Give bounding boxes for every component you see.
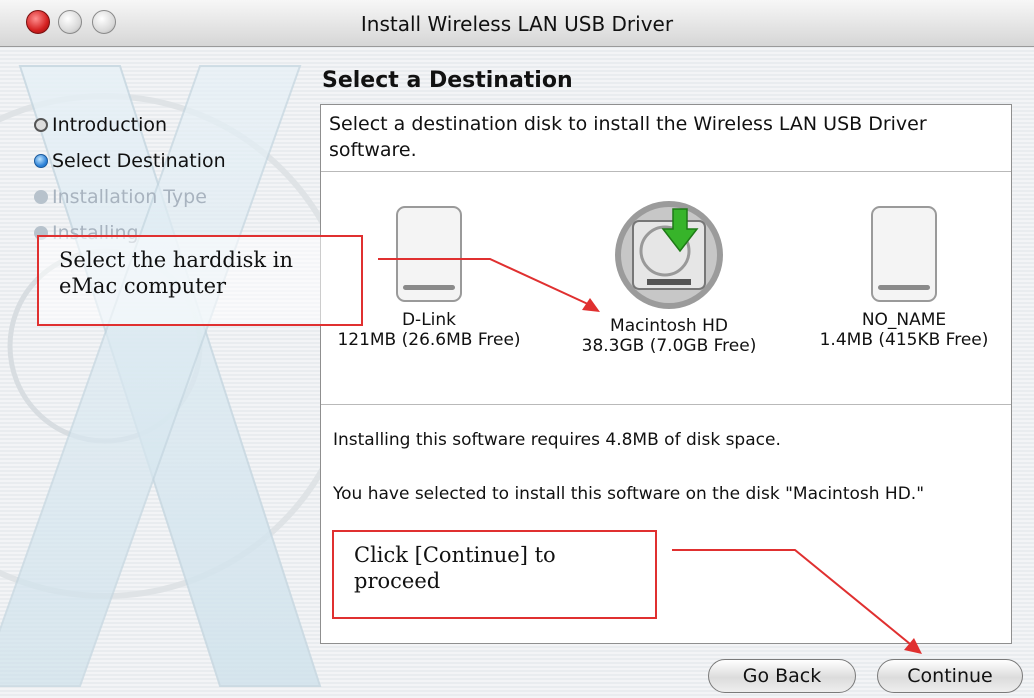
page-title: Select a Destination	[322, 68, 573, 93]
destination-intro-text: Select a destination disk to install the…	[329, 113, 927, 161]
annotation-text: Select the harddisk in eMac computer	[59, 248, 294, 298]
hard-disk-selected-icon	[615, 201, 723, 309]
annotation-text: Click [Continue] to proceed	[354, 543, 556, 593]
disk-size: 121MB (26.6MB Free)	[337, 330, 521, 350]
disk-no-name[interactable]: NO_NAME 1.4MB (415KB Free)	[799, 205, 1009, 350]
installer-window: Install Wireless LAN USB Driver Select a…	[0, 0, 1034, 698]
title-bar: Install Wireless LAN USB Driver	[0, 0, 1034, 47]
disk-name: NO_NAME	[861, 310, 947, 330]
selection-note-text: You have selected to install this softwa…	[333, 484, 925, 504]
continue-button[interactable]: Continue	[877, 659, 1023, 693]
step-label: Introduction	[52, 114, 168, 136]
install-steps: Introduction Select Destination Installa…	[34, 107, 226, 251]
disk-macintosh-hd[interactable]: Macintosh HD 38.3GB (7.0GB Free)	[559, 199, 779, 356]
step-select-destination: Select Destination	[34, 143, 226, 179]
step-installation-type: Installation Type	[34, 179, 226, 215]
external-disk-icon	[396, 206, 462, 302]
step-current-icon	[34, 154, 48, 168]
space-required-text: Installing this software requires 4.8MB …	[333, 430, 781, 450]
step-label: Installation Type	[52, 186, 207, 208]
disk-name: Macintosh HD	[610, 316, 728, 336]
step-introduction: Introduction	[34, 107, 226, 143]
step-done-icon	[34, 118, 48, 132]
annotation-select-harddisk: Select the harddisk in eMac computer	[37, 235, 363, 326]
divider	[321, 404, 1011, 405]
disk-size: 1.4MB (415KB Free)	[819, 330, 989, 350]
go-back-button[interactable]: Go Back	[708, 659, 856, 693]
step-pending-icon	[34, 190, 48, 204]
divider	[321, 171, 1011, 172]
annotation-click-continue: Click [Continue] to proceed	[332, 530, 657, 619]
window-title: Install Wireless LAN USB Driver	[360, 12, 674, 36]
disk-size: 38.3GB (7.0GB Free)	[581, 336, 757, 356]
step-label: Select Destination	[52, 150, 226, 172]
external-disk-icon	[871, 206, 937, 302]
